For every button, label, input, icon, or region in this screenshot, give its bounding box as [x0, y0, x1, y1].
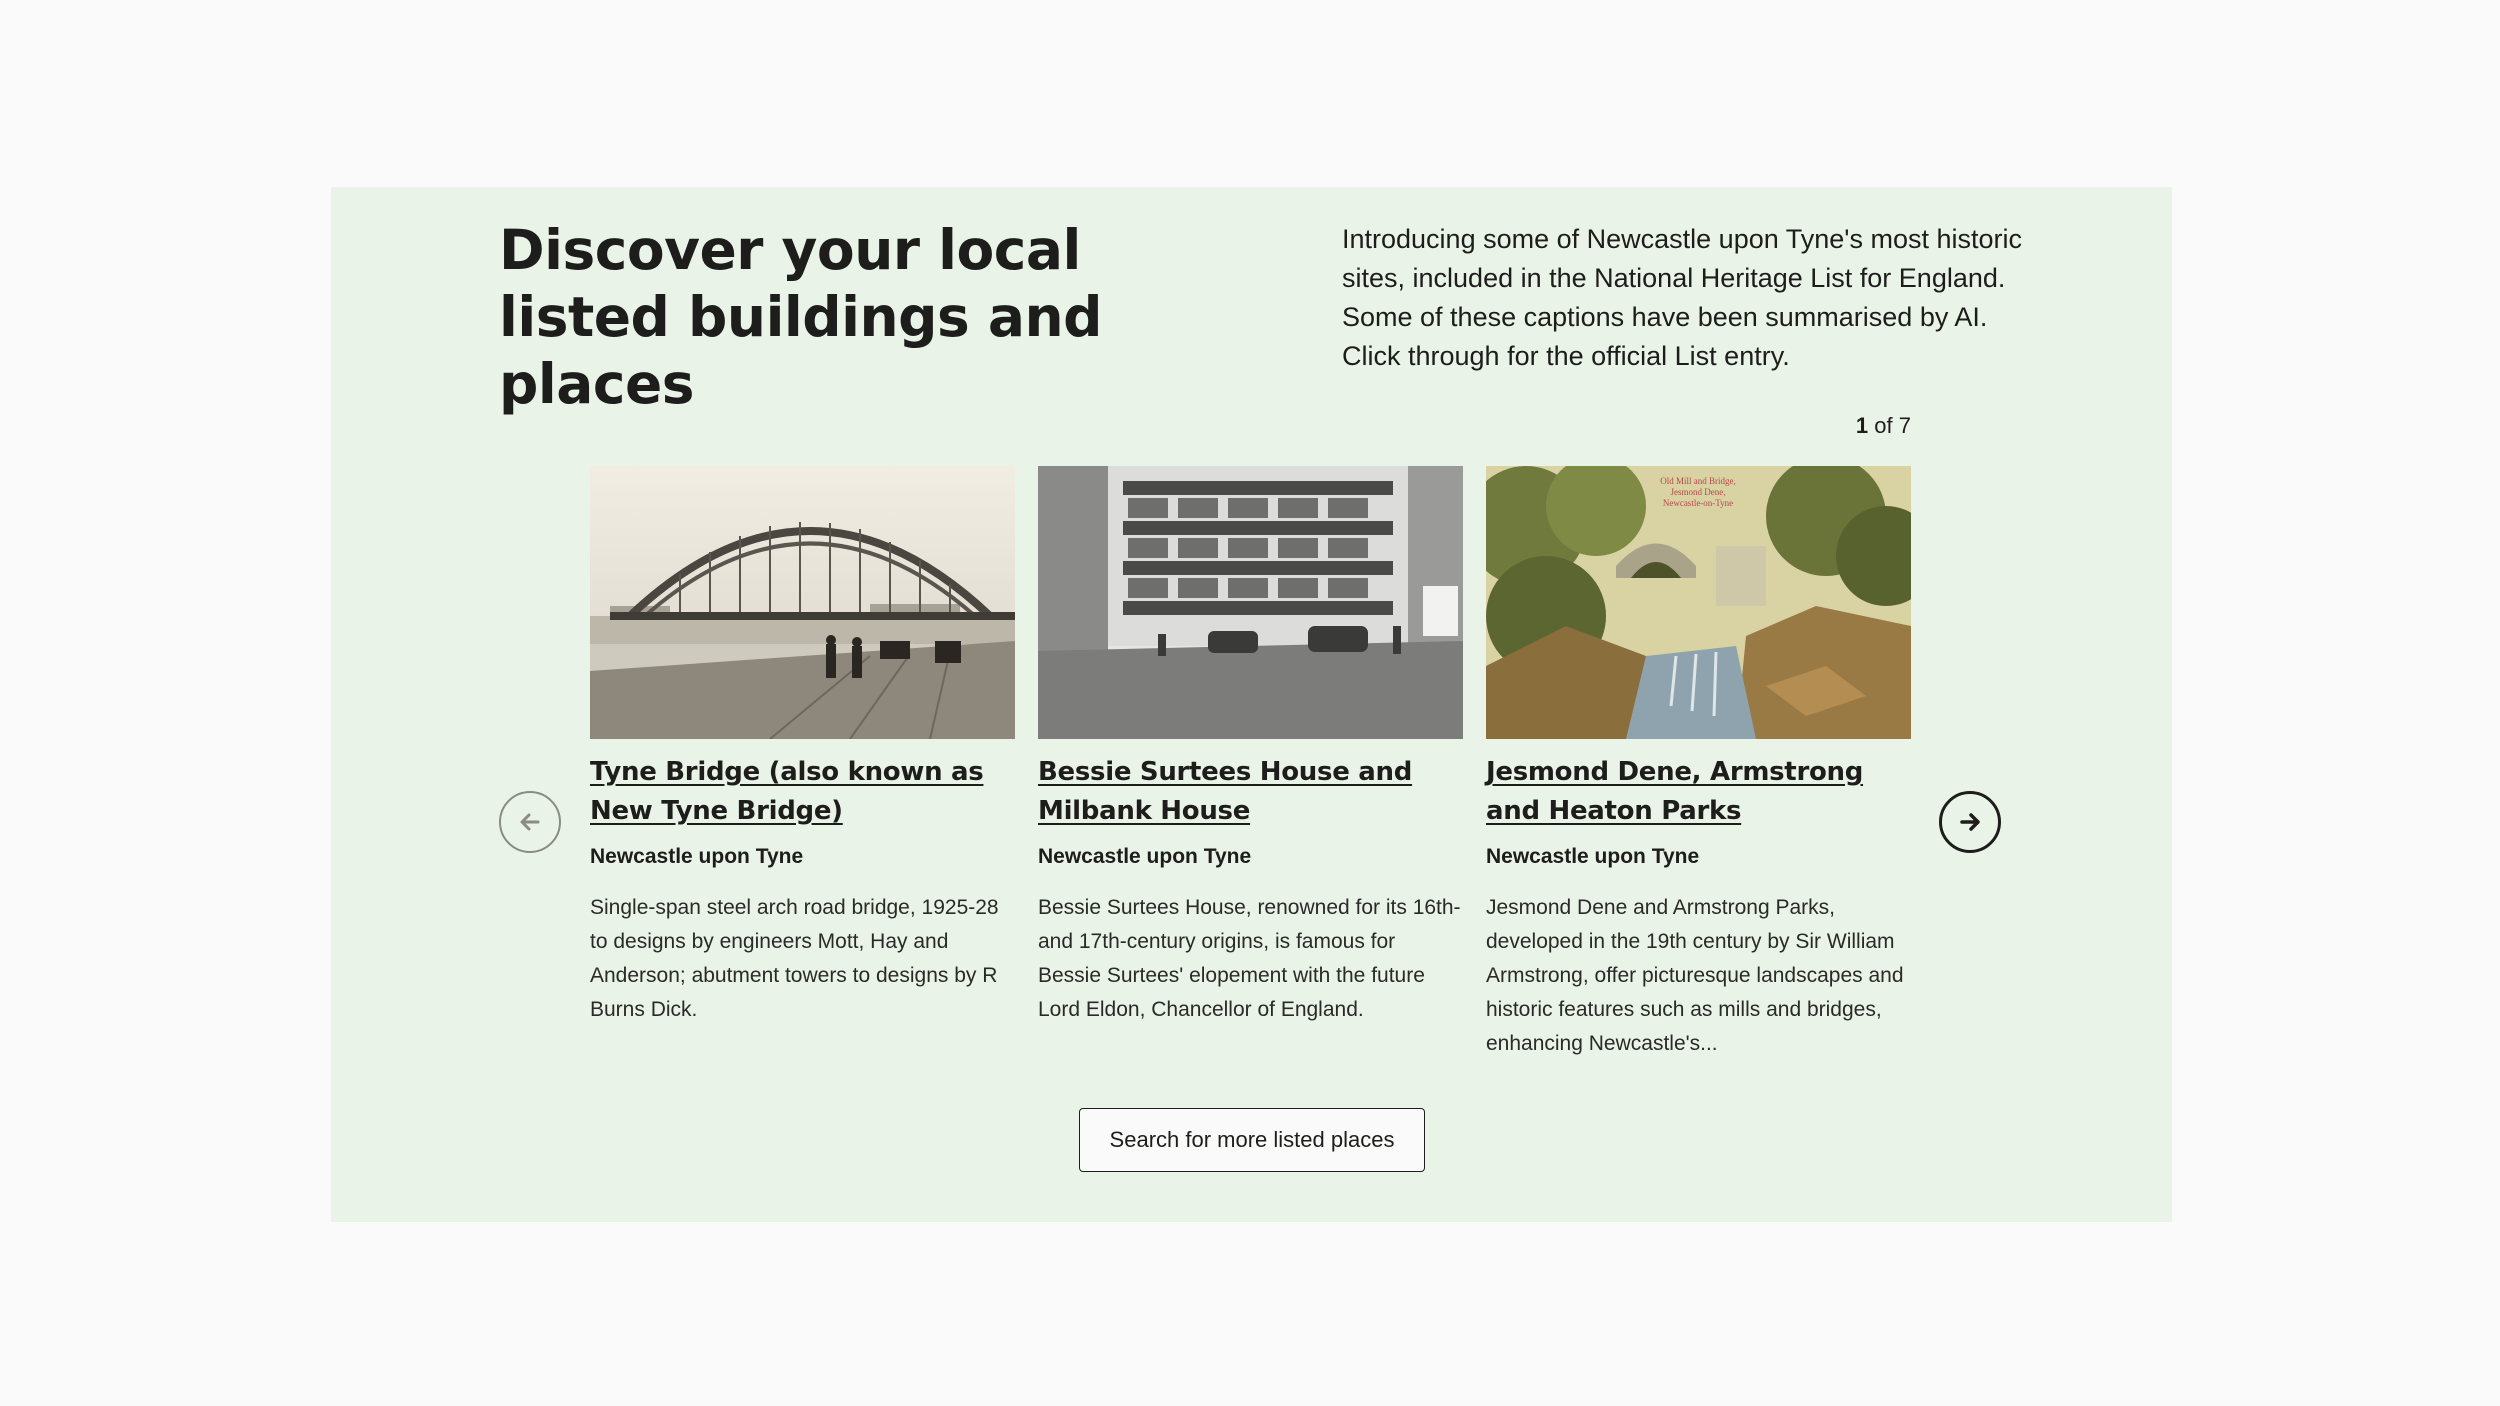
place-card: Bessie Surtees House and Milbank House N…	[1038, 466, 1463, 1027]
place-card-description: Single-span steel arch road bridge, 1925…	[590, 896, 999, 1021]
arrow-left-icon	[520, 813, 540, 831]
carousel-pager: 1 of 7	[1856, 413, 1911, 439]
section-title: Discover your local listed buildings and…	[499, 218, 1103, 416]
pager-separator: of	[1874, 413, 1893, 438]
place-card-location: Newcastle upon Tyne	[1486, 845, 1700, 868]
pager-total: 7	[1898, 413, 1911, 438]
svg-text:Jesmond Dene,: Jesmond Dene,	[1671, 487, 1726, 497]
listed-places-panel: Discover your local listed buildings and…	[331, 187, 2172, 1222]
place-card-title[interactable]: Jesmond Dene, Armstrong and Heaton Parks	[1486, 753, 1911, 831]
tyne-bridge-photo[interactable]	[590, 466, 1015, 739]
pager-current: 1	[1855, 413, 1869, 438]
place-card-description: Jesmond Dene and Armstrong Parks, develo…	[1486, 896, 1904, 1055]
svg-text:Newcastle-on-Tyne: Newcastle-on-Tyne	[1663, 498, 1733, 508]
search-listed-places-button[interactable]: Search for more listed places	[1079, 1108, 1425, 1172]
place-card-location: Newcastle upon Tyne	[590, 845, 804, 868]
place-card: Tyne Bridge (also known as New Tyne Brid…	[590, 466, 1015, 1027]
place-card: Old Mill and Bridge, Jesmond Dene, Newca…	[1486, 466, 1911, 1061]
carousel-prev-button[interactable]	[499, 791, 561, 853]
place-card-title[interactable]: Tyne Bridge (also known as New Tyne Brid…	[590, 753, 1015, 831]
svg-text:Old Mill and Bridge,: Old Mill and Bridge,	[1660, 476, 1736, 486]
bessie-surtees-house-photo[interactable]	[1038, 466, 1463, 739]
carousel-next-button[interactable]	[1939, 791, 2001, 853]
section-intro: Introducing some of Newcastle upon Tyne'…	[1342, 224, 2022, 371]
place-card-title[interactable]: Bessie Surtees House and Milbank House	[1038, 753, 1463, 831]
jesmond-dene-postcard[interactable]: Old Mill and Bridge, Jesmond Dene, Newca…	[1486, 466, 1911, 739]
place-card-description: Bessie Surtees House, renowned for its 1…	[1038, 896, 1461, 1021]
arrow-right-icon	[1960, 813, 1980, 831]
place-card-location: Newcastle upon Tyne	[1038, 845, 1252, 868]
